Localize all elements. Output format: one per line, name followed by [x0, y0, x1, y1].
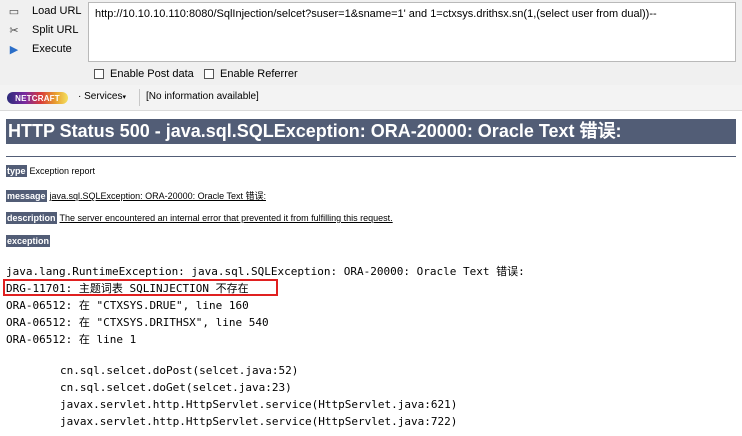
stack-line: javax.servlet.http.HttpServlet.service(H… — [60, 415, 458, 428]
exception-line: java.lang.RuntimeException: java.sql.SQL… — [6, 265, 525, 278]
load-url-label: Load URL — [32, 5, 82, 17]
netcraft-logo[interactable]: NETCRAFT — [7, 92, 68, 104]
exception-line: ORA-06512: 在 "CTXSYS.DRUE", line 160 — [6, 299, 249, 312]
stack-line: cn.sql.selcet.doGet(selcet.java:23) — [60, 381, 292, 394]
description-tag: description — [6, 212, 57, 224]
services-dropdown-icon: ▾ — [122, 94, 126, 101]
netcraft-logo-text: NETCRAFT — [15, 93, 60, 103]
services-label: Services — [84, 91, 123, 102]
post-checkbox-box[interactable] — [94, 69, 104, 79]
description-value: The server encountered an internal error… — [59, 213, 393, 223]
url-input[interactable]: http://10.10.10.110:8080/SqlInjection/se… — [88, 2, 736, 62]
split-url-label: Split URL — [32, 24, 79, 36]
site-info-text: [No information available] — [146, 91, 259, 102]
enable-post-label: Enable Post data — [110, 68, 194, 80]
execute-button[interactable]: ▶ Execute — [6, 40, 72, 58]
enable-post-checkbox[interactable]: Enable Post data — [94, 68, 194, 80]
type-row: type Exception report — [6, 165, 96, 177]
toolbar-divider — [139, 89, 140, 106]
split-url-icon: ✂ — [9, 24, 19, 37]
exception-line: ORA-06512: 在 line 1 — [6, 333, 137, 346]
highlight-box — [3, 279, 278, 296]
execute-icon: ▶ — [9, 43, 19, 56]
type-value: Exception report — [29, 166, 96, 176]
services-menu[interactable]: · Services▾ — [78, 91, 126, 102]
hackbar-toolbar: ▭ Load URL ✂ Split URL ▶ Execute http://… — [0, 0, 742, 65]
enable-referrer-label: Enable Referrer — [220, 68, 298, 80]
page-title: HTTP Status 500 - java.sql.SQLException:… — [6, 119, 736, 144]
description-row: description The server encountered an int… — [6, 212, 393, 224]
stack-line: javax.servlet.http.HttpServlet.service(H… — [60, 398, 458, 411]
divider — [6, 156, 736, 157]
message-value: java.sql.SQLException: ORA-20000: Oracle… — [49, 191, 266, 201]
hackbar-options: Enable Post data Enable Referrer — [0, 65, 742, 85]
enable-referrer-checkbox[interactable]: Enable Referrer — [204, 68, 298, 80]
stack-line: cn.sql.selcet.doPost(selcet.java:52) — [60, 364, 299, 377]
exception-row: exception — [6, 235, 53, 247]
load-url-icon: ▭ — [8, 5, 20, 18]
execute-label: Execute — [32, 43, 72, 55]
load-url-button[interactable]: ▭ Load URL — [6, 2, 82, 20]
exception-tag: exception — [6, 235, 51, 247]
netcraft-toolbar: NETCRAFT · Services▾ [No information ava… — [0, 85, 742, 111]
split-url-button[interactable]: ✂ Split URL — [6, 21, 78, 39]
referrer-checkbox-box[interactable] — [204, 69, 214, 79]
message-row: message java.sql.SQLException: ORA-20000:… — [6, 189, 266, 202]
message-tag: message — [6, 190, 47, 202]
exception-line: ORA-06512: 在 "CTXSYS.DRITHSX", line 540 — [6, 316, 269, 329]
type-tag: type — [6, 165, 27, 177]
